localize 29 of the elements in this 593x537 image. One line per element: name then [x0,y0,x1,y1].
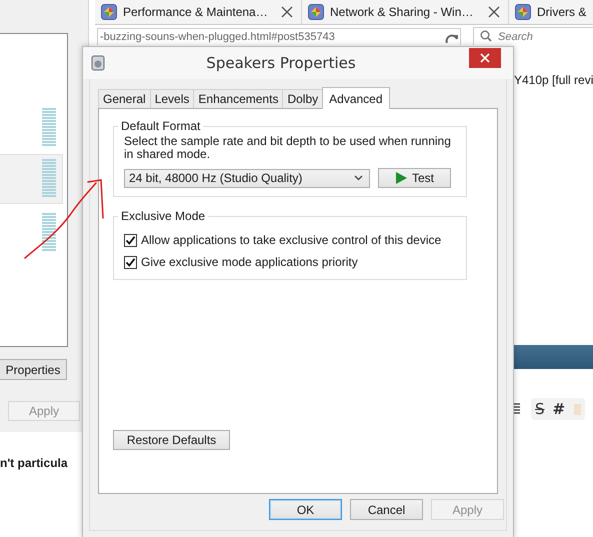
browser-tab[interactable]: Drivers & [509,0,588,24]
tab[interactable]: Levels [150,89,194,108]
group-heading: Exclusive Mode [120,209,206,223]
browser-tab[interactable]: Performance & Maintena… [95,0,302,24]
search-field[interactable]: Search [473,27,593,45]
tab[interactable]: Enhancements [193,89,284,108]
toolbar-button[interactable]: S [535,400,545,418]
checkbox-label: Give exclusive mode applications priority [141,255,358,269]
tab-label: Network & Sharing - Win… [330,5,474,19]
tab[interactable]: General [98,89,151,108]
tab[interactable]: Dolby [282,89,324,108]
checkbox-label: Allow applications to take exclusive control of this device [141,233,442,247]
window-title: Speakers Properties [205,54,357,72]
address-field[interactable]: -buzzing-souns-when-plugged.html#post535743 [97,28,461,45]
format-dropdown[interactable]: 24 bit, 48000 Hz (Studio Quality) [124,168,370,188]
restore-defaults-button[interactable]: Restore Defaults [113,430,230,450]
toolbar-button[interactable]: # [552,400,566,418]
browser-tab[interactable]: Network & Sharing - Win… [302,0,509,24]
thread-title: Y410p [full revi [514,73,593,87]
dialog-button[interactable]: OK [269,499,342,520]
post-text: n't particula [0,456,68,470]
dialog-button[interactable]: Cancel [350,499,423,520]
description-text: Select the sample rate and bit depth to be used when running in shared mode. [124,135,452,161]
group-heading: Default Format [120,119,202,133]
test-button[interactable]: Test [378,168,451,188]
tab-label: Drivers & [537,5,586,19]
properties-button[interactable]: Properties [0,359,67,380]
tab[interactable]: Advanced [322,87,390,109]
tab-label: Performance & Maintena… [123,5,269,19]
